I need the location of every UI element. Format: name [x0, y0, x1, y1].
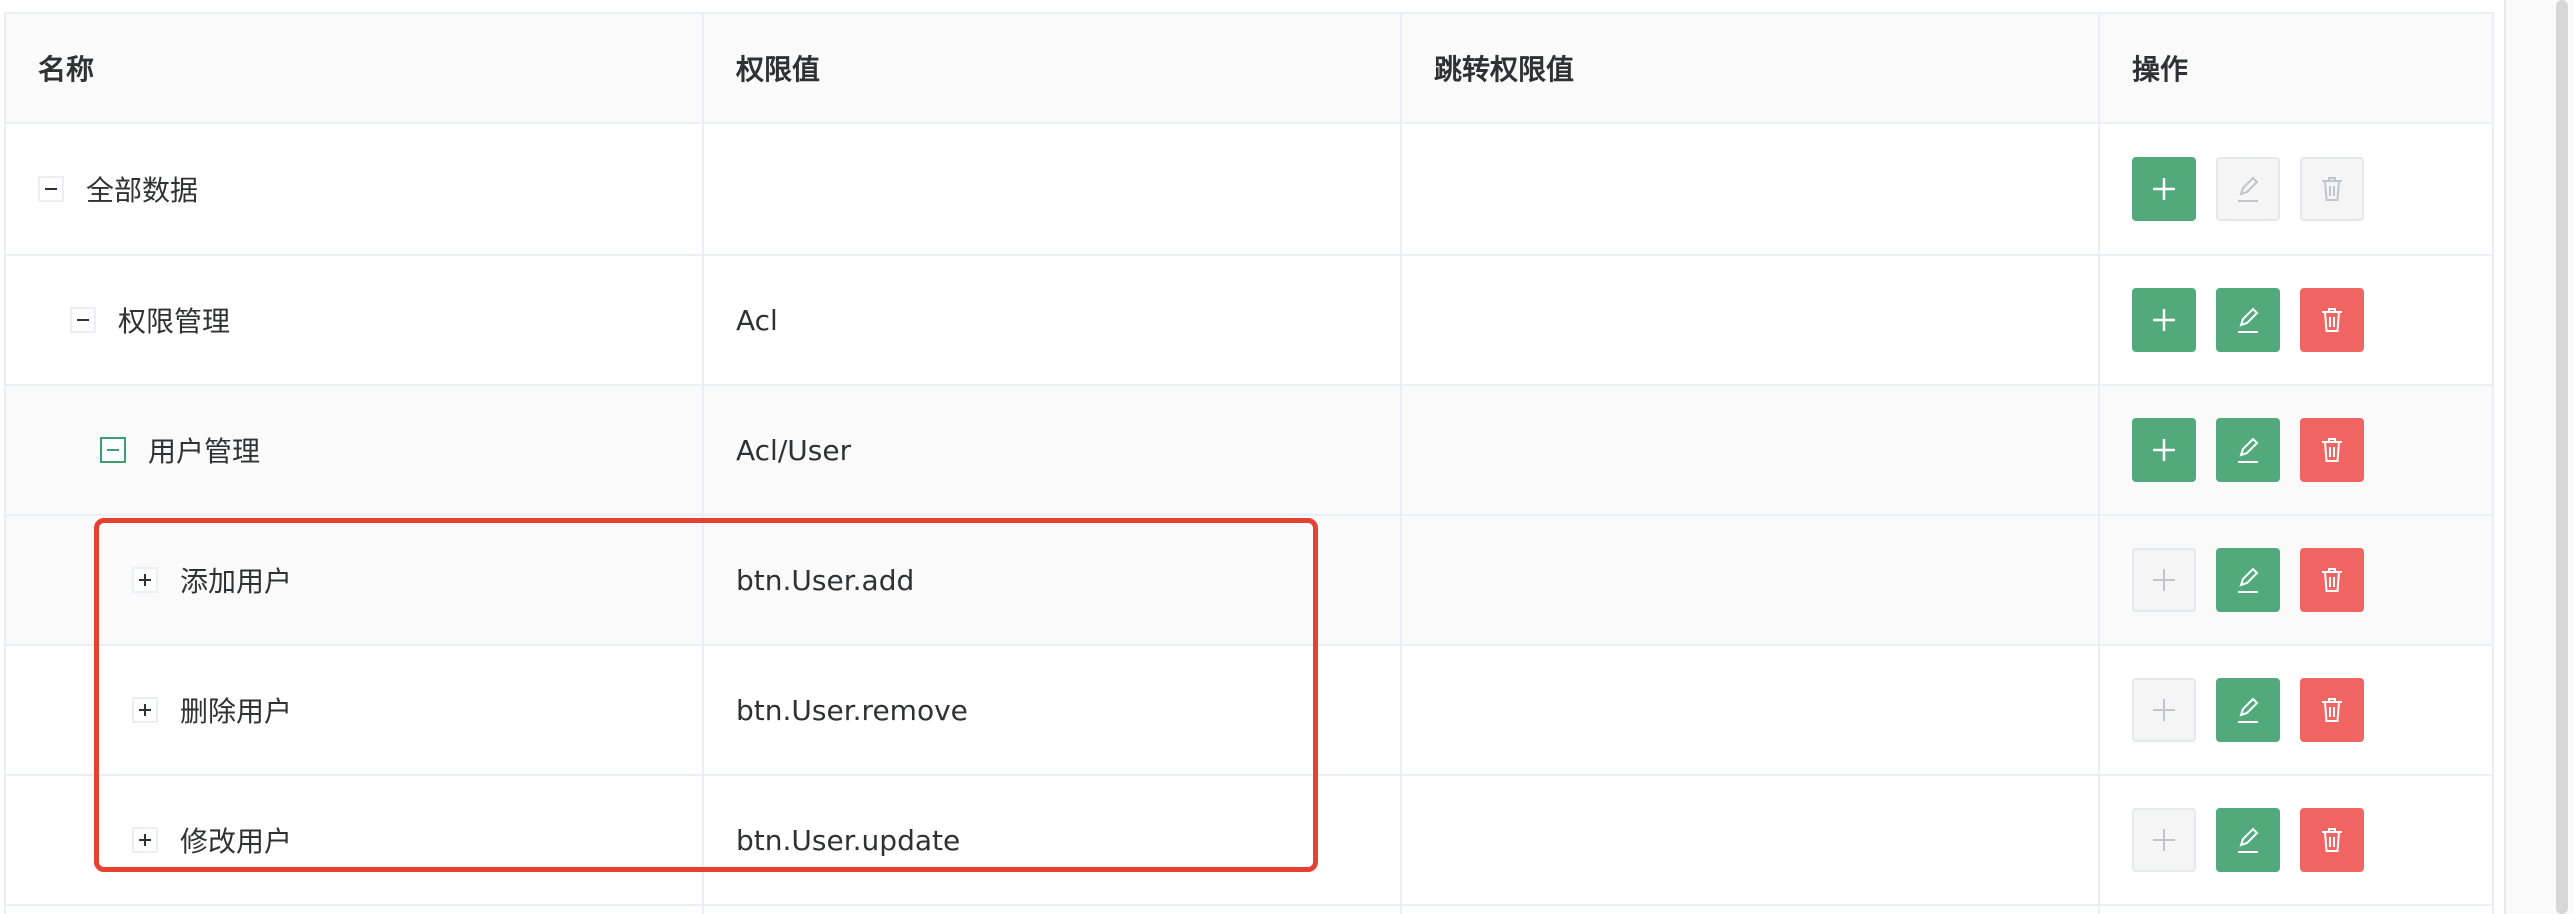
edit-button[interactable]	[2216, 548, 2280, 612]
minus-square-icon[interactable]	[100, 437, 126, 463]
table-row: 删除用户 btn.User.remove	[6, 646, 2492, 776]
trash-icon	[2322, 828, 2342, 852]
actions-cell	[2100, 646, 2492, 774]
actions-cell	[2100, 906, 2492, 914]
edit-button[interactable]	[2216, 418, 2280, 482]
name-cell: 添加用户	[6, 516, 704, 644]
table-header: 名称 权限值 跳转权限值 操作	[6, 14, 2492, 124]
to-code-cell	[1402, 906, 2100, 914]
to-code-cell	[1402, 516, 2100, 644]
code-cell: Acl	[704, 256, 1402, 384]
delete-button[interactable]	[2300, 678, 2364, 742]
header-name: 名称	[6, 14, 704, 122]
code-cell	[704, 124, 1402, 254]
trash-icon	[2322, 698, 2342, 722]
edit-button[interactable]	[2216, 288, 2280, 352]
table-row: 用户管理 Acl/User	[6, 386, 2492, 516]
to-code-cell	[1402, 124, 2100, 254]
row-name: 用户管理	[148, 435, 261, 468]
table-row	[6, 906, 2492, 914]
table-row: 添加用户 btn.User.add	[6, 516, 2492, 646]
table-row: 全部数据	[6, 124, 2492, 256]
plus-square-icon[interactable]	[132, 827, 158, 853]
to-code-cell	[1402, 386, 2100, 514]
row-name: 删除用户	[180, 695, 293, 728]
edit-icon	[2238, 567, 2259, 593]
plus-icon	[2153, 699, 2175, 721]
name-cell: 用户管理	[6, 386, 704, 514]
header-code: 权限值	[704, 14, 1402, 122]
edit-icon	[2238, 176, 2259, 202]
name-cell: 修改用户	[6, 776, 704, 904]
edit-button[interactable]	[2216, 678, 2280, 742]
actions-cell	[2100, 516, 2492, 644]
code-cell: btn.User.update	[704, 776, 1402, 904]
row-name: 权限管理	[118, 305, 231, 338]
edit-button[interactable]	[2216, 157, 2280, 221]
actions-cell	[2100, 124, 2492, 254]
to-code-cell	[1402, 776, 2100, 904]
edit-icon	[2238, 827, 2259, 853]
add-button[interactable]	[2132, 678, 2196, 742]
actions-cell	[2100, 776, 2492, 904]
delete-button[interactable]	[2300, 418, 2364, 482]
table-row: 修改用户 btn.User.update	[6, 776, 2492, 906]
plus-icon	[2153, 569, 2175, 591]
plus-icon	[2153, 309, 2175, 331]
name-cell: 权限管理	[6, 256, 704, 384]
header-to-code: 跳转权限值	[1402, 14, 2100, 122]
add-button[interactable]	[2132, 548, 2196, 612]
delete-button[interactable]	[2300, 288, 2364, 352]
plus-icon	[2153, 178, 2175, 200]
actions-cell	[2100, 256, 2492, 384]
scrollbar-thumb[interactable]	[2556, 0, 2568, 914]
add-button[interactable]	[2132, 418, 2196, 482]
name-cell	[6, 906, 704, 914]
delete-button[interactable]	[2300, 548, 2364, 612]
trash-icon	[2322, 438, 2342, 462]
edit-button[interactable]	[2216, 808, 2280, 872]
minus-square-icon[interactable]	[38, 176, 64, 202]
add-button[interactable]	[2132, 808, 2196, 872]
plus-icon	[2153, 829, 2175, 851]
to-code-cell	[1402, 256, 2100, 384]
code-cell: btn.User.remove	[704, 646, 1402, 774]
viewport: 名称 权限值 跳转权限值 操作 全部数据 权限管理 Acl 用户管理 Acl/U…	[0, 0, 2574, 914]
to-code-cell	[1402, 646, 2100, 774]
code-cell: Acl/User	[704, 386, 1402, 514]
actions-cell	[2100, 386, 2492, 514]
name-cell: 删除用户	[6, 646, 704, 774]
minus-square-icon[interactable]	[70, 307, 96, 333]
trash-icon	[2322, 568, 2342, 592]
add-button[interactable]	[2132, 157, 2196, 221]
row-name: 添加用户	[180, 565, 293, 598]
add-button[interactable]	[2132, 288, 2196, 352]
edit-icon	[2238, 437, 2259, 463]
edit-icon	[2238, 697, 2259, 723]
name-cell: 全部数据	[6, 124, 704, 254]
plus-square-icon[interactable]	[132, 567, 158, 593]
table-row: 权限管理 Acl	[6, 256, 2492, 386]
trash-icon	[2322, 308, 2342, 332]
row-name: 全部数据	[86, 174, 199, 207]
plus-icon	[2153, 439, 2175, 461]
code-cell	[704, 906, 1402, 914]
permission-table: 名称 权限值 跳转权限值 操作 全部数据 权限管理 Acl 用户管理 Acl/U…	[4, 12, 2494, 914]
header-actions: 操作	[2132, 53, 2189, 86]
delete-button[interactable]	[2300, 808, 2364, 872]
row-name: 修改用户	[180, 825, 293, 858]
trash-icon	[2322, 177, 2342, 201]
plus-square-icon[interactable]	[132, 697, 158, 723]
edit-icon	[2238, 307, 2259, 333]
code-cell: btn.User.add	[704, 516, 1402, 644]
delete-button[interactable]	[2300, 157, 2364, 221]
